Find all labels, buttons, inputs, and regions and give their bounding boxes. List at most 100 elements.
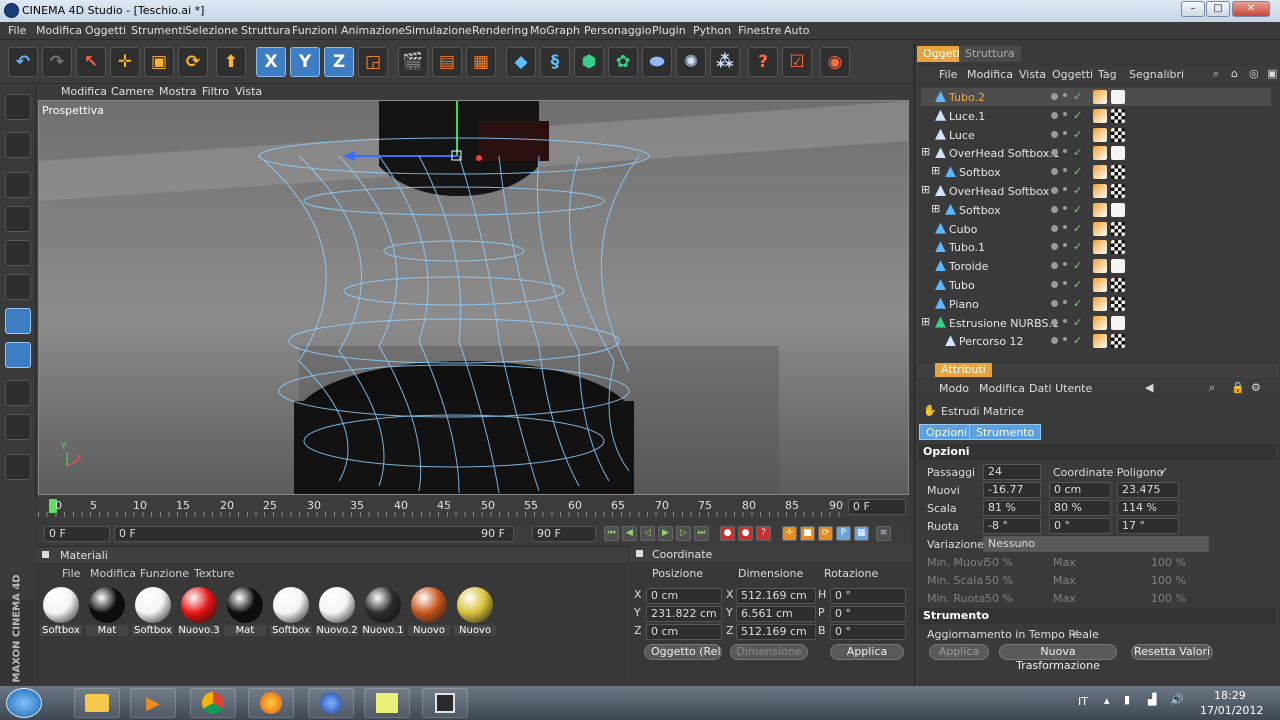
enabled-check-icon[interactable]: ✓ (1073, 128, 1082, 141)
object-name[interactable]: Tubo.2 (949, 91, 985, 104)
coordinate-poligono-checkbox[interactable]: ✓ (1159, 465, 1168, 478)
object-row[interactable]: ⊞ Softbox ✓ (921, 163, 1271, 181)
object-row[interactable]: Piano ✓ (921, 295, 1271, 313)
position-field[interactable]: 0 cm (646, 624, 722, 640)
mat-menu-texture[interactable]: Texture (194, 567, 234, 580)
ruota-h-field[interactable]: -8 ° (983, 518, 1041, 534)
visibility-dot-icon[interactable] (1051, 130, 1058, 138)
chrome-taskbar-icon[interactable] (190, 688, 236, 718)
prev-key-icon[interactable]: ◀ (622, 526, 637, 541)
rotate-icon[interactable]: ⟳ (178, 47, 208, 77)
prev-frame-icon[interactable]: ◁ (640, 526, 655, 541)
expand-icon[interactable]: ⊞ (931, 164, 940, 177)
render-dot-icon[interactable] (1063, 243, 1067, 248)
max-scala-field[interactable]: 100 % (1151, 574, 1186, 587)
vp-menu-vista[interactable]: Vista (235, 85, 262, 98)
enabled-check-icon[interactable]: ✓ (1073, 278, 1082, 291)
mat-menu-file[interactable]: File (62, 567, 80, 580)
material-swatch[interactable]: Nuovo.2 (316, 585, 358, 637)
scene-icon[interactable]: ✺ (676, 47, 706, 77)
dimension-field[interactable]: 6.561 cm (736, 606, 816, 622)
expand-icon[interactable]: ⊞ (921, 183, 930, 196)
min-muovi-field[interactable]: 50 % (985, 556, 1013, 569)
timeline-menu-icon[interactable]: ≡ (876, 526, 891, 541)
key-param-icon[interactable]: P (836, 526, 851, 541)
phong-tag-icon[interactable] (1093, 165, 1107, 180)
keyframe-selection-icon[interactable]: ? (756, 526, 771, 541)
material-swatch[interactable]: Nuovo (454, 585, 496, 637)
object-row[interactable]: ⊞ OverHead Softbox ✓ (921, 182, 1271, 200)
close-button[interactable]: ✕ (1232, 1, 1270, 17)
obj-menu-oggetti[interactable]: Oggetti (1052, 68, 1093, 81)
object-name[interactable]: Toroide (949, 260, 988, 273)
sculpt-icon[interactable] (5, 454, 31, 480)
render-dot-icon[interactable] (1063, 205, 1067, 210)
key-scale-icon[interactable]: ■ (800, 526, 815, 541)
current-frame-field[interactable]: 0 F (848, 499, 906, 515)
y-axis-lock-icon[interactable]: Y (290, 47, 320, 77)
enabled-check-icon[interactable]: ✓ (1073, 90, 1082, 103)
object-mode-icon[interactable] (5, 172, 31, 198)
material-tag-icon[interactable] (1111, 278, 1125, 292)
redo-icon[interactable]: ↷ (42, 47, 72, 77)
object-row[interactable]: Tubo.1 ✓ (921, 238, 1271, 256)
mat-menu-funzione[interactable]: Funzione (140, 567, 189, 580)
spline-icon[interactable]: § (540, 47, 570, 77)
start-button-icon[interactable] (6, 688, 42, 718)
tab-struttura[interactable]: Struttura (959, 46, 1021, 62)
new-view-icon[interactable]: ▣ (1267, 67, 1277, 80)
enabled-check-icon[interactable]: ✓ (1073, 222, 1082, 235)
phong-tag-icon[interactable] (1093, 184, 1107, 198)
enabled-check-icon[interactable]: ✓ (1073, 259, 1082, 272)
key-rotation-icon[interactable]: ⟳ (818, 526, 833, 541)
vp-menu-mostra[interactable]: Mostra (159, 85, 197, 98)
object-row[interactable]: Percorso 12 ✓ (921, 332, 1271, 350)
visibility-dot-icon[interactable] (1051, 262, 1058, 270)
texture-mode-icon[interactable] (5, 206, 31, 232)
points-mode-icon[interactable] (5, 274, 31, 300)
phong-tag-icon[interactable] (1093, 108, 1107, 123)
phong-tag-icon[interactable] (1093, 240, 1107, 255)
visibility-dot-icon[interactable] (1051, 337, 1058, 345)
obj-menu-file[interactable]: File (939, 68, 957, 81)
max-muovi-field[interactable]: 100 % (1151, 556, 1186, 569)
scale-icon[interactable]: ▣ (144, 47, 174, 77)
firefox-taskbar-icon[interactable] (248, 688, 294, 718)
min-ruota-field[interactable]: 50 % (985, 592, 1013, 605)
phong-tag-icon[interactable] (1093, 296, 1107, 311)
edges-mode-icon[interactable] (5, 308, 31, 334)
snap-icon[interactable] (5, 380, 31, 406)
material-tag-icon[interactable] (1111, 334, 1125, 349)
enabled-check-icon[interactable]: ✓ (1073, 165, 1082, 178)
phong-tag-icon[interactable] (1093, 90, 1107, 104)
muovi-x-field[interactable]: -16.77 cm (983, 482, 1041, 510)
object-name[interactable]: OverHead Softbox.1 (949, 147, 1060, 160)
key-pla-icon[interactable]: ▦ (854, 526, 869, 541)
visibility-dot-icon[interactable] (1051, 205, 1058, 213)
record-icon[interactable]: ● (720, 526, 735, 541)
render-settings-icon[interactable]: ▦ (466, 47, 496, 77)
object-row[interactable]: Toroide ✓ (921, 257, 1271, 275)
deformer-icon[interactable]: ⬬ (642, 47, 672, 77)
key-position-icon[interactable]: ✛ (782, 526, 797, 541)
object-name[interactable]: Cubo (949, 223, 977, 236)
nurbs-icon[interactable]: ⬢ (574, 47, 604, 77)
expand-icon[interactable]: ⊞ (931, 202, 940, 215)
bookmark-icon[interactable]: ◎ (1249, 67, 1259, 80)
menu-simulazione[interactable]: Simulazione (405, 24, 472, 37)
array-icon[interactable]: ✿ (608, 47, 638, 77)
volume-icon[interactable]: 🔊 (1170, 693, 1184, 706)
expand-icon[interactable]: ⊞ (921, 315, 930, 328)
enabled-check-icon[interactable]: ✓ (1073, 316, 1082, 329)
new-transform-button[interactable]: Nuova Trasformazione (999, 644, 1117, 672)
x-axis-lock-icon[interactable]: X (256, 47, 286, 77)
menu-strumenti[interactable]: Strumenti (131, 24, 186, 37)
object-row[interactable]: ⊞ Estrusione NURBS.1 ✓ (921, 314, 1271, 332)
render-view-icon[interactable]: 🎬 (398, 47, 428, 77)
make-editable-icon[interactable] (5, 94, 31, 120)
menu-file[interactable]: File (8, 24, 26, 37)
start-frame-field[interactable]: 0 F (44, 526, 110, 542)
variazione-dropdown[interactable]: Nessuno (983, 536, 1209, 552)
coordinate-system-icon[interactable]: ◲ (358, 47, 388, 77)
material-tag-icon[interactable] (1111, 202, 1125, 217)
